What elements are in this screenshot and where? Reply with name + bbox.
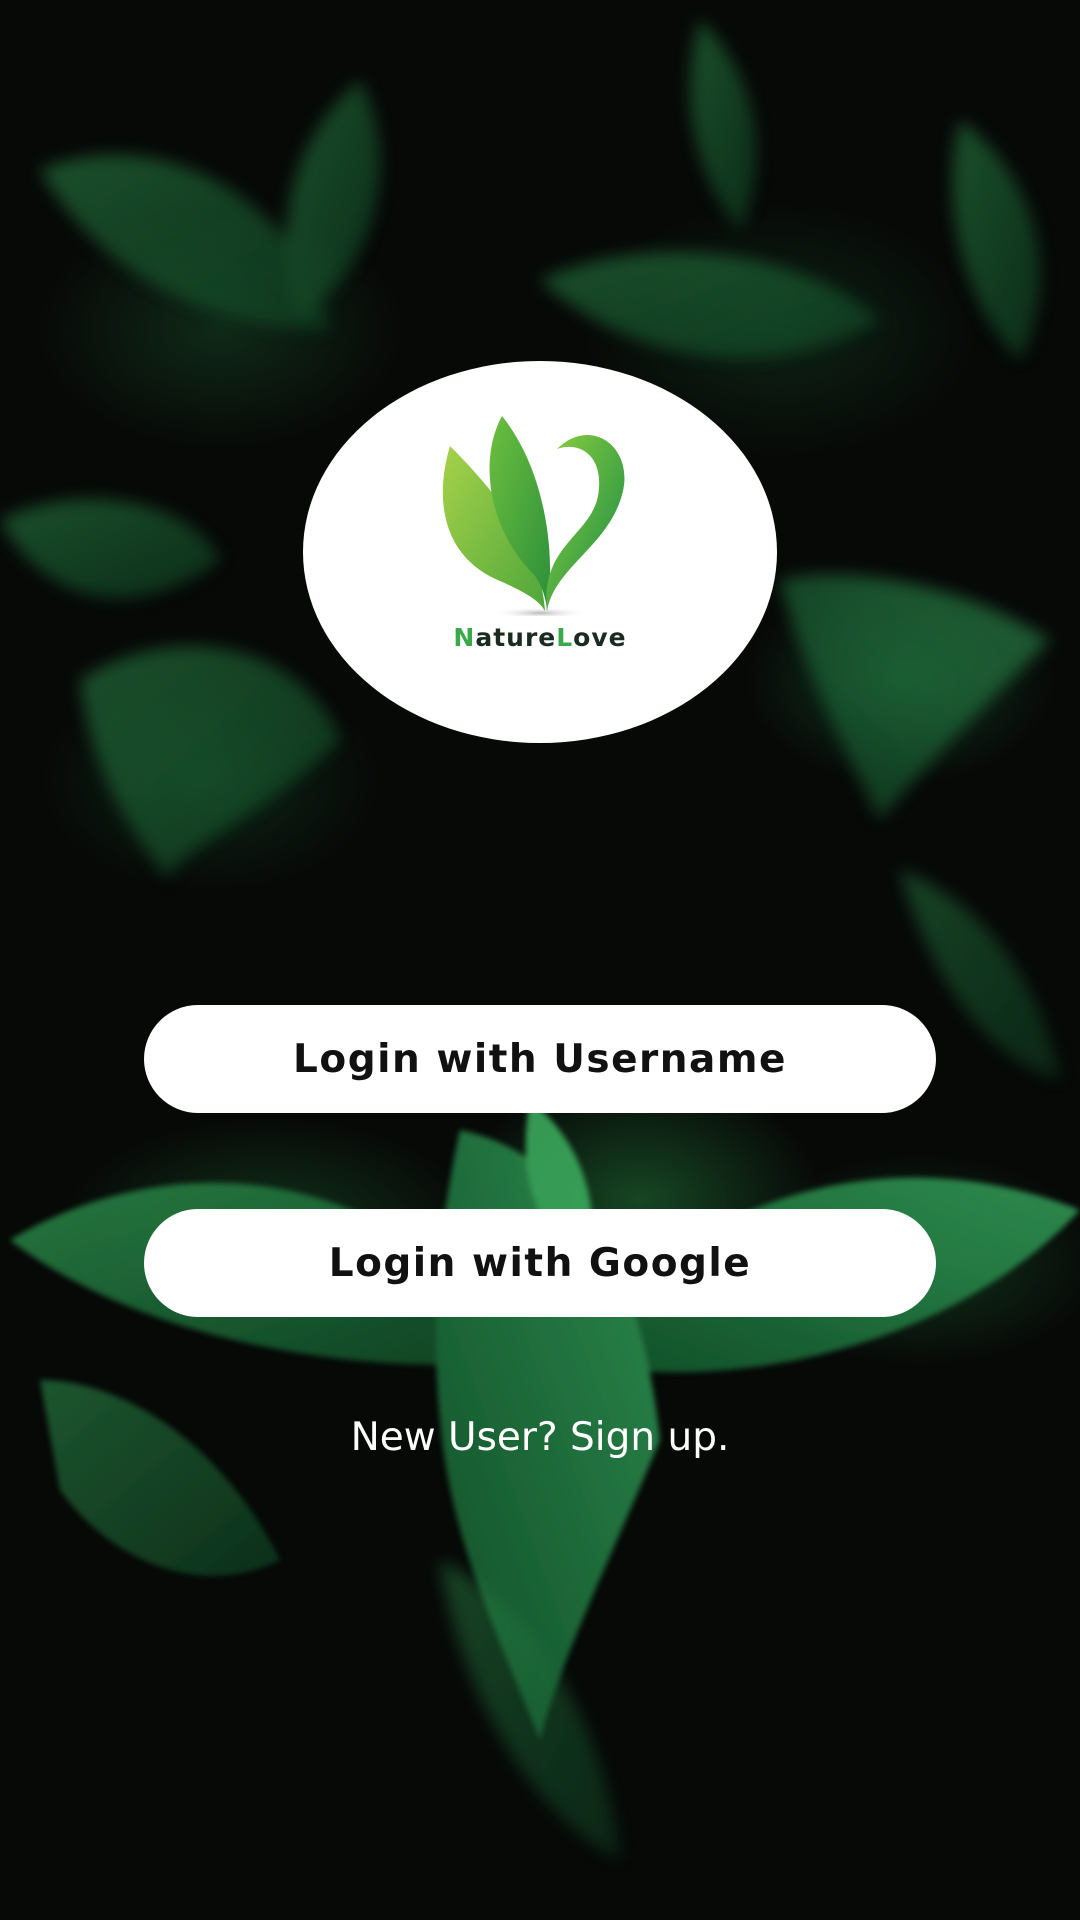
- logo-wordmark: NatureLove: [453, 623, 627, 652]
- login-google-button[interactable]: Login with Google: [144, 1209, 936, 1317]
- signup-link[interactable]: New User? Sign up.: [0, 1415, 1080, 1460]
- login-username-button[interactable]: Login with Username: [144, 1005, 936, 1113]
- logo-badge: NatureLove: [303, 361, 777, 743]
- login-screen: NatureLove Login with Username Login wit…: [0, 0, 1080, 1920]
- leaf-background-image: [0, 20, 1080, 1860]
- leaf-heart-icon: [442, 416, 625, 616]
